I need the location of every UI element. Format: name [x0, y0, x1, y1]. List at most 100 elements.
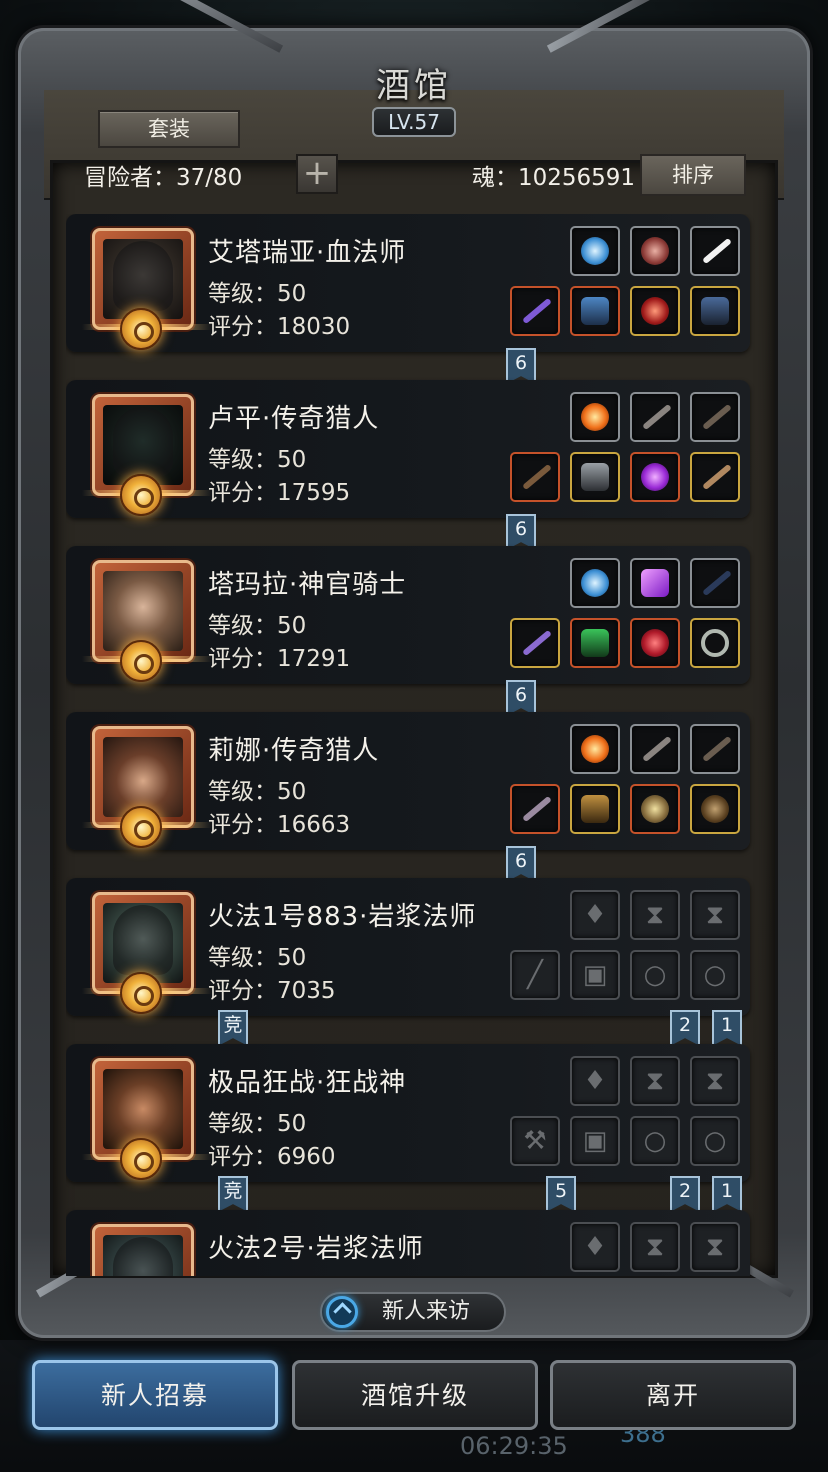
feather-icon[interactable]	[630, 724, 680, 774]
potion-icon[interactable]	[630, 618, 680, 668]
ribbon-badge: 6	[506, 680, 536, 716]
flame-icon[interactable]	[570, 392, 620, 442]
adventurer-score: 评分：17291	[208, 646, 351, 672]
adventurer-score: 评分：16663	[208, 812, 351, 838]
ribbon-badge: 竞	[218, 1010, 248, 1046]
ring-icon[interactable]: ○	[690, 1116, 740, 1166]
tavern-upgrade-button[interactable]: 酒馆升级	[292, 1360, 538, 1430]
hourglass-icon[interactable]: ⧗	[690, 1056, 740, 1106]
orb-icon[interactable]	[570, 226, 620, 276]
crossbow-icon[interactable]	[510, 452, 560, 502]
rank-medal-icon	[120, 308, 162, 350]
refresh-icon	[326, 1296, 358, 1328]
horn-icon[interactable]	[630, 226, 680, 276]
rank-medal-icon	[120, 474, 162, 516]
adventurer-card[interactable]: 艾塔瑞亚·血法师 等级：50 评分：18030	[66, 214, 750, 352]
staff-icon[interactable]	[510, 618, 560, 668]
add-slot-button[interactable]: +	[296, 154, 338, 194]
gem-icon[interactable]	[630, 452, 680, 502]
rank-medal-icon	[120, 972, 162, 1014]
adventurer-level: 等级：50	[208, 447, 307, 473]
adventurer-score: 评分：7035	[208, 978, 336, 1004]
ribbon-badge: 2	[670, 1010, 700, 1046]
bracer-icon[interactable]	[690, 392, 740, 442]
rank-medal-icon	[120, 806, 162, 848]
orb-icon[interactable]	[570, 558, 620, 608]
flame-slot-icon[interactable]: ♦	[570, 890, 620, 940]
armor-icon[interactable]: ▣	[570, 1116, 620, 1166]
axe-icon[interactable]: ⚒	[510, 1116, 560, 1166]
adventurer-list[interactable]: 艾塔瑞亚·血法师 等级：50 评分：18030 6 卢平·传奇猎人 等级：50 …	[66, 214, 766, 1276]
gloves-icon[interactable]	[690, 286, 740, 336]
staff-icon[interactable]	[510, 286, 560, 336]
adventurer-card[interactable]: 塔玛拉·神官骑士 等级：50 评分：17291	[66, 546, 750, 684]
ribbon-badge: 5	[546, 1176, 576, 1212]
armor-icon[interactable]	[570, 784, 620, 834]
crystal-icon[interactable]	[630, 558, 680, 608]
adventurer-name: 火法2号·岩浆法师	[208, 1234, 424, 1264]
adventurer-level: 等级：50	[208, 281, 307, 307]
hourglass-icon[interactable]: ⧗	[630, 1222, 680, 1272]
rank-medal-icon	[120, 1138, 162, 1180]
adventurer-score: 评分：6960	[208, 1144, 336, 1170]
adventurer-name: 塔玛拉·神官骑士	[208, 570, 407, 600]
adventurer-score: 评分：18030	[208, 314, 351, 340]
leave-button[interactable]: 离开	[550, 1360, 796, 1430]
amulet-icon[interactable]	[630, 286, 680, 336]
adventurer-name: 卢平·传奇猎人	[208, 404, 380, 434]
bracer-icon[interactable]	[690, 724, 740, 774]
armor-icon[interactable]: ▣	[570, 950, 620, 1000]
adventurer-level: 等级：50	[208, 613, 307, 639]
gloves-icon[interactable]	[690, 452, 740, 502]
adventurer-name: 极品狂战·狂战神	[208, 1068, 407, 1098]
flame-slot-icon[interactable]: ♦	[570, 1222, 620, 1272]
feather-icon[interactable]	[630, 392, 680, 442]
adventurer-card[interactable]: 火法1号883·岩浆法师 等级：50 评分：7035 ♦ ⧗ ⧗ ╱ ▣ ○ ○	[66, 878, 750, 1016]
adventurer-name: 莉娜·传奇猎人	[208, 736, 380, 766]
soul-count: 魂：10256591	[472, 165, 636, 191]
adventurer-level: 等级：50	[208, 1111, 307, 1137]
gloves-icon[interactable]	[690, 784, 740, 834]
armor-icon[interactable]	[570, 452, 620, 502]
adventurer-name: 艾塔瑞亚·血法师	[208, 238, 407, 268]
adventurer-level: 等级：50	[208, 779, 307, 805]
hourglass-icon[interactable]: ⧗	[630, 1056, 680, 1106]
adventurer-card[interactable]: 卢平·传奇猎人 等级：50 评分：17595	[66, 380, 750, 518]
ring-icon[interactable]: ○	[630, 1116, 680, 1166]
tavern-level-badge: LV.57	[372, 107, 456, 137]
ring-icon[interactable]: ○	[690, 950, 740, 1000]
adventurer-level: 等级：50	[208, 945, 307, 971]
recruit-button[interactable]: 新人招募	[32, 1360, 278, 1430]
helmet-icon[interactable]	[630, 784, 680, 834]
hourglass-icon[interactable]: ⧗	[690, 1222, 740, 1272]
adventurer-score: 评分：17595	[208, 480, 351, 506]
page-title: 酒馆	[376, 66, 452, 106]
ribbon-badge: 6	[506, 514, 536, 550]
ring-icon[interactable]	[690, 618, 740, 668]
flame-slot-icon[interactable]: ♦	[570, 1056, 620, 1106]
ring-icon[interactable]: ○	[630, 950, 680, 1000]
adventurer-card[interactable]: 莉娜·传奇猎人 等级：50 评分：16663	[66, 712, 750, 850]
ribbon-badge: 1	[712, 1176, 742, 1212]
ribbon-badge: 1	[712, 1010, 742, 1046]
staff-icon[interactable]: ╱	[510, 950, 560, 1000]
suit-button[interactable]: 套装	[98, 110, 240, 148]
crossbow-icon[interactable]	[510, 784, 560, 834]
armor-icon[interactable]	[570, 618, 620, 668]
adventurer-card[interactable]: 火法2号·岩浆法师 ♦ ⧗ ⧗	[66, 1210, 750, 1276]
feather-icon[interactable]	[690, 226, 740, 276]
adventurer-portrait	[92, 1224, 194, 1276]
sort-button[interactable]: 排序	[640, 154, 746, 196]
flame-icon[interactable]	[570, 724, 620, 774]
adventurer-name: 火法1号883·岩浆法师	[208, 902, 477, 932]
ribbon-badge: 2	[670, 1176, 700, 1212]
armor-icon[interactable]	[570, 286, 620, 336]
rank-medal-icon	[120, 640, 162, 682]
ribbon-badge: 6	[506, 846, 536, 882]
hourglass-icon[interactable]: ⧗	[690, 890, 740, 940]
adventurer-count: 冒险者：37/80	[84, 165, 243, 191]
hourglass-icon[interactable]: ⧗	[630, 890, 680, 940]
bow-icon[interactable]	[690, 558, 740, 608]
adventurer-card[interactable]: 极品狂战·狂战神 等级：50 评分：6960 ♦ ⧗ ⧗ ⚒ ▣ ○ ○	[66, 1044, 750, 1182]
clock-readout: 06:29:35	[460, 1432, 568, 1460]
